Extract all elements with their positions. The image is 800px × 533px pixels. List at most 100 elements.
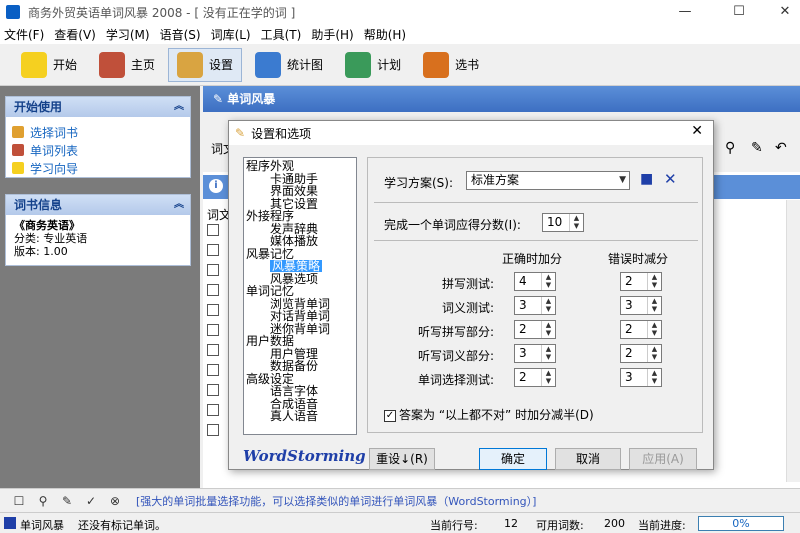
wrong-score-spinner[interactable]: 3 ▲ ▼ xyxy=(620,368,662,387)
row-checkbox[interactable] xyxy=(207,264,219,276)
undo-icon[interactable]: ↶ xyxy=(775,140,787,156)
collapse-icon[interactable]: ︽ xyxy=(174,97,184,117)
wrong-score-spinner[interactable]: 2 ▲ ▼ xyxy=(620,320,662,339)
word-list-link[interactable]: 单词列表 xyxy=(6,141,190,159)
scheme-select[interactable]: 标准方案 ▼ xyxy=(466,171,630,190)
statistics-button[interactable]: 统计图 xyxy=(246,48,332,82)
settings-button[interactable]: 设置 xyxy=(168,47,243,82)
menu-library[interactable]: 词库(L) xyxy=(211,26,251,43)
row-checkbox[interactable] xyxy=(207,344,219,356)
cancel-button[interactable]: 取消 xyxy=(555,448,621,470)
tree-item[interactable]: 其它设置 xyxy=(270,198,318,210)
row-checkbox[interactable] xyxy=(207,404,219,416)
collapse-icon[interactable]: ︽ xyxy=(174,195,184,215)
updown-icon[interactable]: ▲ ▼ xyxy=(541,321,555,338)
plan-button[interactable]: 计划 xyxy=(336,48,410,82)
correct-score-spinner[interactable]: 3 ▲ ▼ xyxy=(514,296,556,315)
tree-item[interactable]: 界面效果 xyxy=(270,185,318,197)
tree-item[interactable]: 发声辞典 xyxy=(270,223,318,235)
correct-score-spinner[interactable]: 2 ▲ ▼ xyxy=(514,368,556,387)
tree-item[interactable]: 媒体播放 xyxy=(270,235,318,247)
menu-assistant[interactable]: 助手(H) xyxy=(311,26,353,43)
minimize-button[interactable]: — xyxy=(662,0,708,24)
search-icon[interactable]: ⚲ xyxy=(36,494,50,508)
maximize-button[interactable]: ☐ xyxy=(716,0,762,24)
wrong-score-spinner[interactable]: 3 ▲ ▼ xyxy=(620,296,662,315)
edit-icon[interactable]: ✎ xyxy=(751,140,763,156)
close-window-button[interactable]: ✕ xyxy=(762,0,800,24)
tree-item[interactable]: 单词记忆 xyxy=(246,285,294,297)
book-info-header[interactable]: 词书信息 ︽ xyxy=(6,195,190,215)
updown-icon[interactable]: ▲ ▼ xyxy=(647,297,661,314)
tree-item[interactable]: 风暴记忆 xyxy=(246,248,294,260)
ok-button[interactable]: 确定 xyxy=(479,448,547,470)
clear-icon[interactable]: ⊗ xyxy=(108,494,122,508)
updown-icon[interactable]: ▲ ▼ xyxy=(647,321,661,338)
home-button[interactable]: 主页 xyxy=(90,48,164,82)
row-checkbox[interactable] xyxy=(207,224,219,236)
updown-icon[interactable]: ▲ ▼ xyxy=(569,214,583,231)
score-spinner[interactable]: 10 ▲ ▼ xyxy=(542,213,584,232)
reset-button[interactable]: 重设↓(R) xyxy=(369,448,435,470)
menu-tools[interactable]: 工具(T) xyxy=(261,26,302,43)
check-icon[interactable]: ✓ xyxy=(84,494,98,508)
save-icon[interactable]: ■ xyxy=(640,171,653,187)
tree-item[interactable]: 真人语音 xyxy=(270,410,318,422)
tree-item[interactable]: 风暴选项 xyxy=(270,273,318,285)
study-wizard-link[interactable]: 学习向导 xyxy=(6,159,190,177)
tree-item[interactable]: 卡通助手 xyxy=(270,173,318,185)
wrong-score-spinner[interactable]: 2 ▲ ▼ xyxy=(620,272,662,291)
updown-icon[interactable]: ▲ ▼ xyxy=(541,369,555,386)
row-checkbox[interactable] xyxy=(207,384,219,396)
choose-book-link[interactable]: 选择词书 xyxy=(6,123,190,141)
row-checkbox[interactable] xyxy=(207,304,219,316)
tree-item[interactable]: 外接程序 xyxy=(246,210,294,222)
status-icon xyxy=(4,517,16,529)
checkbox-icon[interactable]: ☐ xyxy=(12,494,26,508)
correct-score-spinner[interactable]: 4 ▲ ▼ xyxy=(514,272,556,291)
edit-icon[interactable]: ✎ xyxy=(60,494,74,508)
menu-help[interactable]: 帮助(H) xyxy=(364,26,406,43)
updown-icon[interactable]: ▲ ▼ xyxy=(647,345,661,362)
tree-item[interactable]: 合成语音 xyxy=(270,398,318,410)
tree-item[interactable]: 语言字体 xyxy=(270,385,318,397)
tree-item[interactable]: 迷你背单词 xyxy=(270,323,330,335)
tree-item[interactable]: 用户管理 xyxy=(270,348,318,360)
choose-book-button[interactable]: 选书 xyxy=(414,48,488,82)
checkbox-icon[interactable]: ✓ xyxy=(384,409,396,422)
tree-item[interactable]: 浏览背单词 xyxy=(270,298,330,310)
tree-item[interactable]: 程序外观 xyxy=(246,160,294,172)
start-section-header[interactable]: 开始使用 ︽ xyxy=(6,97,190,117)
options-tree[interactable]: 程序外观 卡通助手 界面效果 其它设置 外接程序 发声辞典 媒体播放 风暴记忆 风暴策略 风暴选项… xyxy=(243,157,357,435)
updown-icon[interactable]: ▲ ▼ xyxy=(541,273,555,290)
updown-icon[interactable]: ▲ ▼ xyxy=(541,297,555,314)
start-button[interactable]: 开始 xyxy=(12,48,86,82)
delete-icon[interactable]: ✕ xyxy=(664,170,677,188)
menu-study[interactable]: 学习(M) xyxy=(106,26,150,43)
updown-icon[interactable]: ▲ ▼ xyxy=(541,345,555,362)
menu-view[interactable]: 查看(V) xyxy=(54,26,96,43)
tree-item[interactable]: 对话背单词 xyxy=(270,310,330,322)
row-checkbox[interactable] xyxy=(207,364,219,376)
row-checkbox[interactable] xyxy=(207,284,219,296)
search-icon[interactable]: ⚲ xyxy=(725,140,735,156)
row-checkbox[interactable] xyxy=(207,324,219,336)
halve-checkbox[interactable]: ✓ 答案为 “以上都不对” 时加分减半(D) xyxy=(384,406,594,423)
updown-icon[interactable]: ▲ ▼ xyxy=(647,369,661,386)
wrong-score-spinner[interactable]: 2 ▲ ▼ xyxy=(620,344,662,363)
row-checkbox[interactable] xyxy=(207,424,219,436)
updown-icon[interactable]: ▲ ▼ xyxy=(647,273,661,290)
row-checkbox[interactable] xyxy=(207,244,219,256)
tree-item-selected[interactable]: 风暴策略 xyxy=(270,260,323,272)
dialog-close-button[interactable]: ✕ xyxy=(691,123,703,139)
tree-item[interactable]: 用户数据 xyxy=(246,335,294,347)
apply-button[interactable]: 应用(A) xyxy=(629,448,697,470)
start-section: 开始使用 ︽ 选择词书 单词列表 学习向导 xyxy=(5,96,191,178)
tree-item[interactable]: 高级设定 xyxy=(246,373,294,385)
menu-voice[interactable]: 语音(S) xyxy=(160,26,201,43)
list-scrollbar[interactable] xyxy=(786,200,800,482)
tree-item[interactable]: 数据备份 xyxy=(270,360,318,372)
correct-score-spinner[interactable]: 2 ▲ ▼ xyxy=(514,320,556,339)
correct-score-spinner[interactable]: 3 ▲ ▼ xyxy=(514,344,556,363)
menu-file[interactable]: 文件(F) xyxy=(4,26,44,43)
